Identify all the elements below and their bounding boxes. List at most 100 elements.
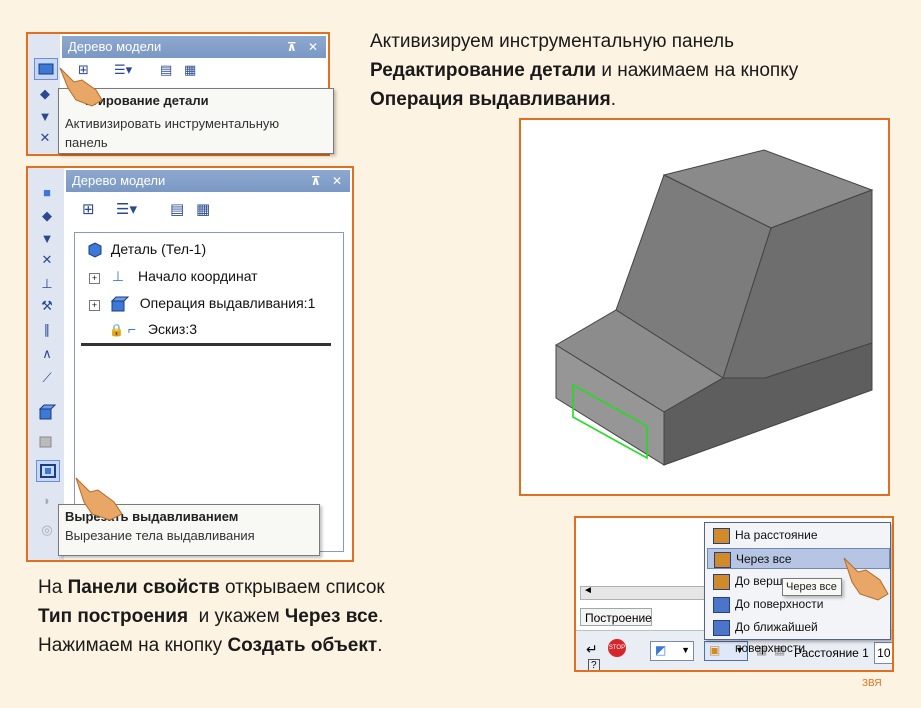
instruction-text: .: [610, 89, 616, 110]
model-tree-panel-small: Дерево модели ⊼ ✕ ◆ ▼ ✕ ⊞ ☰▾ ▤ ▦ ктирова…: [26, 32, 334, 156]
tree-item-sketch[interactable]: 🔒 ⌐ Эскиз:3: [109, 321, 197, 337]
help-icon[interactable]: ?: [588, 659, 600, 670]
instruction-bold: Редактирование детали: [370, 60, 597, 81]
toolbar-button-13[interactable]: ◗: [36, 490, 58, 510]
extrude-button[interactable]: [36, 402, 58, 422]
expand-icon[interactable]: +: [89, 300, 100, 311]
part-icon: [88, 242, 102, 258]
tree-item-label: Эскиз:3: [147, 321, 198, 337]
filter-icon[interactable]: ☰▾: [116, 200, 137, 218]
parallel-icon: ∥: [43, 322, 51, 337]
cube-icon: ■: [43, 184, 51, 200]
axis-icon: ✕: [41, 252, 53, 267]
close-icon[interactable]: ✕: [308, 40, 318, 54]
diamond-icon: ◆: [40, 86, 50, 101]
diamond-icon: ◆: [42, 208, 52, 223]
toolbar-button-2[interactable]: ◆: [36, 206, 58, 226]
tree-root[interactable]: Деталь (Тел-1): [87, 241, 206, 258]
pointing-hand-icon: [75, 477, 123, 521]
tooltip-desc-line2: панель: [65, 135, 108, 150]
instruction-text: и укажем: [188, 606, 285, 627]
tooltip-text: Через все: [786, 581, 837, 593]
instruction-text: Нажимаем на кнопку: [38, 635, 228, 656]
edit-part-toolbar-button[interactable]: ■: [36, 182, 58, 202]
sketch-icon: ⌐: [127, 321, 137, 337]
toolbar-button-5[interactable]: ⊥: [36, 274, 58, 294]
property-panel-screenshot: ◄ Построение ↵ STOP ? ◩ ▼ ▣ ▼ ▦ ▦ Рассто…: [574, 516, 894, 672]
axes-icon: ⊥: [111, 268, 125, 284]
cut-extrude-button[interactable]: [36, 460, 60, 482]
edit-part-toolbar-button[interactable]: [34, 58, 58, 80]
instruction-text: .: [377, 635, 383, 656]
toolbar-button-3[interactable]: ▼: [34, 106, 56, 126]
distance-input[interactable]: 10: [874, 642, 892, 664]
enter-icon[interactable]: ↵: [586, 641, 598, 658]
through-all-icon: [714, 552, 731, 568]
rotate-button[interactable]: [36, 430, 58, 450]
instruction-bold: Панели свойств: [67, 577, 220, 598]
panel-title: Дерево модели: [68, 39, 162, 54]
pointing-hand-icon: [59, 67, 103, 107]
export-icon[interactable]: ▦: [184, 62, 196, 78]
distance-label: Расстояние 1: [794, 646, 869, 660]
instruction-top: Активизируем инструментальную панель Ред…: [370, 27, 910, 114]
toolbar-button-4[interactable]: ✕: [36, 250, 58, 270]
expand-icon[interactable]: +: [89, 273, 100, 284]
horizontal-scrollbar[interactable]: ◄: [580, 585, 708, 600]
toolbar-button-2[interactable]: ◆: [34, 84, 56, 104]
scroll-left-icon[interactable]: ◄: [583, 585, 593, 596]
tree-item-extrusion[interactable]: + Операция выдавливания:1: [89, 295, 315, 312]
toolbar-button-14[interactable]: ◎: [36, 520, 58, 540]
chevron-down-icon: ▼: [681, 645, 690, 655]
circle-icon: ◎: [41, 522, 53, 537]
property-tab[interactable]: Построение: [580, 608, 652, 626]
instruction-line-3: Нажимаем на кнопку Создать объект.: [38, 631, 538, 660]
menu-item-distance[interactable]: На расстояние: [707, 525, 890, 546]
export-icon[interactable]: ▦: [196, 200, 210, 218]
slide: { "slide": { "instruction_top": { "line1…: [0, 0, 921, 708]
instruction-bold: Создать объект: [227, 635, 378, 656]
tooltip-desc: Вырезание тела выдавливания: [65, 528, 255, 543]
model-tree-panel-large: Дерево модели ⊼ ✕ ■ ◆ ▼ ✕ ⊥ ⚒ ∥ ∧ ⟋ ◗ ◎ …: [26, 166, 354, 562]
measure-icon: ⟋: [42, 370, 52, 385]
tree-item-label: Операция выдавливания:1: [139, 295, 316, 311]
filter-icon[interactable]: ☰▾: [114, 62, 132, 78]
toolbar-button-4[interactable]: ✕: [34, 128, 56, 148]
tooltip-through-all: Через все: [782, 578, 842, 596]
direction-select[interactable]: ◩ ▼: [650, 641, 694, 661]
panel-title-bar: Дерево модели ⊼ ✕: [66, 170, 350, 192]
stop-button[interactable]: STOP: [608, 639, 626, 657]
model-3d-view: [519, 118, 890, 496]
rotate-icon: [39, 436, 52, 448]
toolbar-button-6[interactable]: ⚒: [36, 296, 58, 316]
tree-root-label: Деталь (Тел-1): [110, 241, 207, 257]
angle-icon: ∧: [42, 346, 52, 361]
menu-item-label: На расстояние: [735, 528, 818, 542]
close-icon[interactable]: ✕: [332, 174, 342, 188]
document-icon[interactable]: ▤: [170, 200, 184, 218]
toolbar-button-3[interactable]: ▼: [36, 228, 58, 248]
instruction-text: и нажимаем на кнопку: [596, 60, 799, 81]
tree-structure-icon[interactable]: ⊞: [82, 200, 95, 218]
vertex-icon: [713, 574, 730, 590]
pin-icon[interactable]: ⊼: [287, 40, 297, 54]
pointing-hand-icon: [843, 557, 889, 601]
tree-toolbar-row: ⊞ ☰▾ ▤ ▦: [76, 200, 276, 222]
part-3d-render: [555, 149, 874, 466]
toolbar-button-8[interactable]: ∧: [36, 344, 58, 364]
document-icon[interactable]: ▤: [160, 62, 172, 78]
tooltip-desc-line1: Активизировать инструментальную: [65, 116, 280, 131]
instruction-line-1: На Панели свойств открываем список: [38, 573, 538, 602]
extrude-icon: [110, 296, 130, 312]
pin-icon[interactable]: ⊼: [311, 174, 321, 188]
menu-item-to-nearest-surface[interactable]: До ближайшей поверхности: [707, 617, 890, 655]
instruction-line-1: Активизируем инструментальную панель: [370, 31, 734, 52]
funnel-icon: ▼: [38, 108, 52, 124]
instruction-line-2: Тип построения и укажем Через все.: [38, 602, 538, 631]
toolbar-button-9[interactable]: ⟋: [36, 368, 58, 388]
lock-icon: 🔒: [109, 323, 124, 337]
extrude-icon: [38, 404, 56, 420]
instruction-bold: Тип построения: [38, 606, 189, 627]
toolbar-button-7[interactable]: ∥: [36, 320, 58, 340]
tree-item-origin[interactable]: + ⊥ Начало координат: [89, 268, 258, 285]
